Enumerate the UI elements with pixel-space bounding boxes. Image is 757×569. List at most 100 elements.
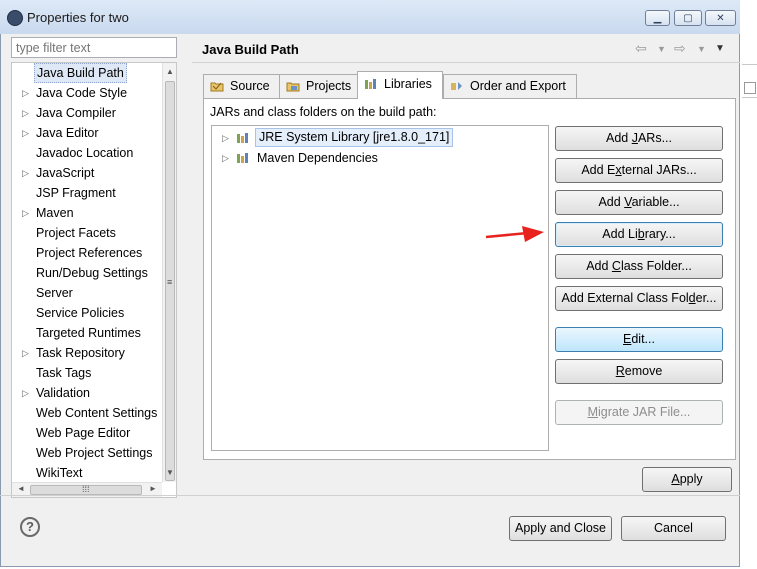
expand-arrow-icon[interactable]: ▷	[22, 203, 29, 223]
tree-item-label: JSP Fragment	[36, 186, 116, 200]
back-dropdown-icon[interactable]: ▼	[657, 44, 666, 54]
tree-item-label: WikiText	[36, 466, 83, 480]
add-external-class-folder-button[interactable]: Add External Class Folder...	[555, 286, 723, 311]
tree-item[interactable]: Java Build Path	[12, 63, 162, 83]
scroll-up-icon[interactable]: ▲	[166, 67, 174, 76]
help-icon[interactable]: ?	[20, 517, 40, 537]
tree-item[interactable]: Service Policies	[12, 303, 162, 323]
tree-item-label: Java Compiler	[36, 106, 116, 120]
tree-item[interactable]: Web Page Editor	[12, 423, 162, 443]
tree-item[interactable]: ▷ Validation	[12, 383, 162, 403]
tab-order-and-export[interactable]: Order and Export	[443, 74, 577, 98]
source-folder-icon	[210, 82, 224, 92]
cancel-button[interactable]: Cancel	[621, 516, 726, 541]
library-list: ▷ JRE System Library [jre1.8.0_171] ▷ Ma…	[211, 125, 549, 451]
projects-icon	[286, 82, 300, 92]
minimize-button[interactable]: ▁	[645, 10, 670, 26]
annotation-arrow-icon	[485, 226, 544, 242]
tree-item[interactable]: Web Project Settings	[12, 443, 162, 463]
tab-libraries[interactable]: Libraries	[357, 71, 443, 99]
background-checkbox	[744, 82, 756, 94]
scroll-right-icon[interactable]: ►	[149, 484, 157, 493]
tree-item[interactable]: Javadoc Location	[12, 143, 162, 163]
tree-item-label: Java Build Path	[34, 63, 127, 83]
minimize-icon: ▁	[653, 13, 662, 24]
tree-item-label: Validation	[36, 386, 90, 400]
migrate-jar-file-button[interactable]: Migrate JAR File...	[555, 400, 723, 425]
tree-item-label: Task Repository	[36, 346, 125, 360]
tree-item[interactable]: WikiText	[12, 463, 162, 483]
filter-input[interactable]	[11, 37, 177, 58]
tree-item[interactable]: Task Tags	[12, 363, 162, 383]
library-label: JRE System Library [jre1.8.0_171]	[255, 128, 454, 147]
tab-label: Libraries	[384, 77, 432, 91]
tree-item-label: Targeted Runtimes	[36, 326, 141, 340]
expand-arrow-icon[interactable]: ▷	[222, 128, 229, 148]
edit-button[interactable]: Edit...	[555, 327, 723, 352]
tree-item-label: JavaScript	[36, 166, 95, 180]
tree-item-label: Project References	[36, 246, 143, 260]
expand-arrow-icon[interactable]: ▷	[22, 103, 29, 123]
tree-item-label: Task Tags	[36, 366, 92, 380]
tree-item[interactable]: ▷ Task Repository	[12, 343, 162, 363]
tree-item-label: Java Code Style	[36, 86, 128, 100]
background-divider	[742, 97, 757, 98]
header-divider	[192, 62, 740, 63]
tree-item-label: Run/Debug Settings	[36, 266, 148, 280]
tree-item-label: Server	[36, 286, 73, 300]
add-library-button[interactable]: Add Library...	[555, 222, 723, 247]
eclipse-app-icon	[7, 10, 23, 26]
add-jars-button[interactable]: Add JARs...	[555, 126, 723, 151]
tree-item[interactable]: Run/Debug Settings	[12, 263, 162, 283]
expand-arrow-icon[interactable]: ▷	[22, 83, 29, 103]
view-menu-icon[interactable]: ▼	[715, 43, 725, 54]
background-divider	[742, 64, 757, 65]
tab-source[interactable]: Source	[203, 74, 280, 98]
tree-item[interactable]: Server	[12, 283, 162, 303]
forward-arrow-icon[interactable]: ⇨	[674, 40, 686, 57]
back-arrow-icon[interactable]: ⇦	[635, 40, 647, 57]
library-icon	[237, 133, 248, 143]
expand-arrow-icon[interactable]: ▷	[22, 383, 29, 403]
library-label: Maven Dependencies	[257, 151, 378, 165]
tree-item-label: Web Project Settings	[36, 446, 153, 460]
library-icon	[237, 153, 248, 163]
tree-item-label: Java Editor	[36, 126, 99, 140]
forward-dropdown-icon[interactable]: ▼	[697, 44, 706, 54]
tree-item[interactable]: Targeted Runtimes	[12, 323, 162, 343]
tree-item[interactable]: ▷ Java Compiler	[12, 103, 162, 123]
grip-icon: ≡	[167, 277, 173, 287]
tree-item[interactable]: Project Facets	[12, 223, 162, 243]
remove-button[interactable]: Remove	[555, 359, 723, 384]
tree-item-label: Javadoc Location	[36, 146, 134, 160]
maximize-button[interactable]: ▢	[674, 10, 702, 26]
grip-icon: ⁞⁞⁞	[82, 484, 90, 494]
tree-item[interactable]: JSP Fragment	[12, 183, 162, 203]
tab-projects[interactable]: Projects	[279, 74, 358, 98]
add-external-jars-button[interactable]: Add External JARs...	[555, 158, 723, 183]
tree-item[interactable]: Web Content Settings	[12, 403, 162, 423]
expand-arrow-icon[interactable]: ▷	[222, 148, 229, 168]
tree-item[interactable]: ▷ JavaScript	[12, 163, 162, 183]
tree-item[interactable]: ▷ Java Code Style	[12, 83, 162, 103]
add-variable-button[interactable]: Add Variable...	[555, 190, 723, 215]
expand-arrow-icon[interactable]: ▷	[22, 163, 29, 183]
close-button[interactable]: ✕	[705, 10, 736, 26]
tree-item-label: Web Page Editor	[36, 426, 131, 440]
order-export-icon	[451, 82, 462, 90]
properties-tree: Java Build Path ▷ Java Code Style ▷ Java Com…	[11, 62, 177, 498]
libraries-icon	[365, 79, 376, 89]
tree-item[interactable]: ▷ Maven	[12, 203, 162, 223]
libraries-caption: JARs and class folders on the build path…	[210, 105, 437, 119]
expand-arrow-icon[interactable]: ▷	[22, 343, 29, 363]
apply-and-close-button[interactable]: Apply and Close	[509, 516, 612, 541]
expand-arrow-icon[interactable]: ▷	[22, 123, 29, 143]
add-class-folder-button[interactable]: Add Class Folder...	[555, 254, 723, 279]
scroll-left-icon[interactable]: ◄	[17, 484, 25, 493]
scroll-down-icon[interactable]: ▼	[166, 468, 174, 477]
tree-item[interactable]: ▷ Java Editor	[12, 123, 162, 143]
window-title: Properties for two	[27, 10, 129, 25]
tree-item[interactable]: Project References	[12, 243, 162, 263]
apply-button[interactable]: Apply	[642, 467, 732, 492]
tree-item-label: Web Content Settings	[36, 406, 158, 420]
